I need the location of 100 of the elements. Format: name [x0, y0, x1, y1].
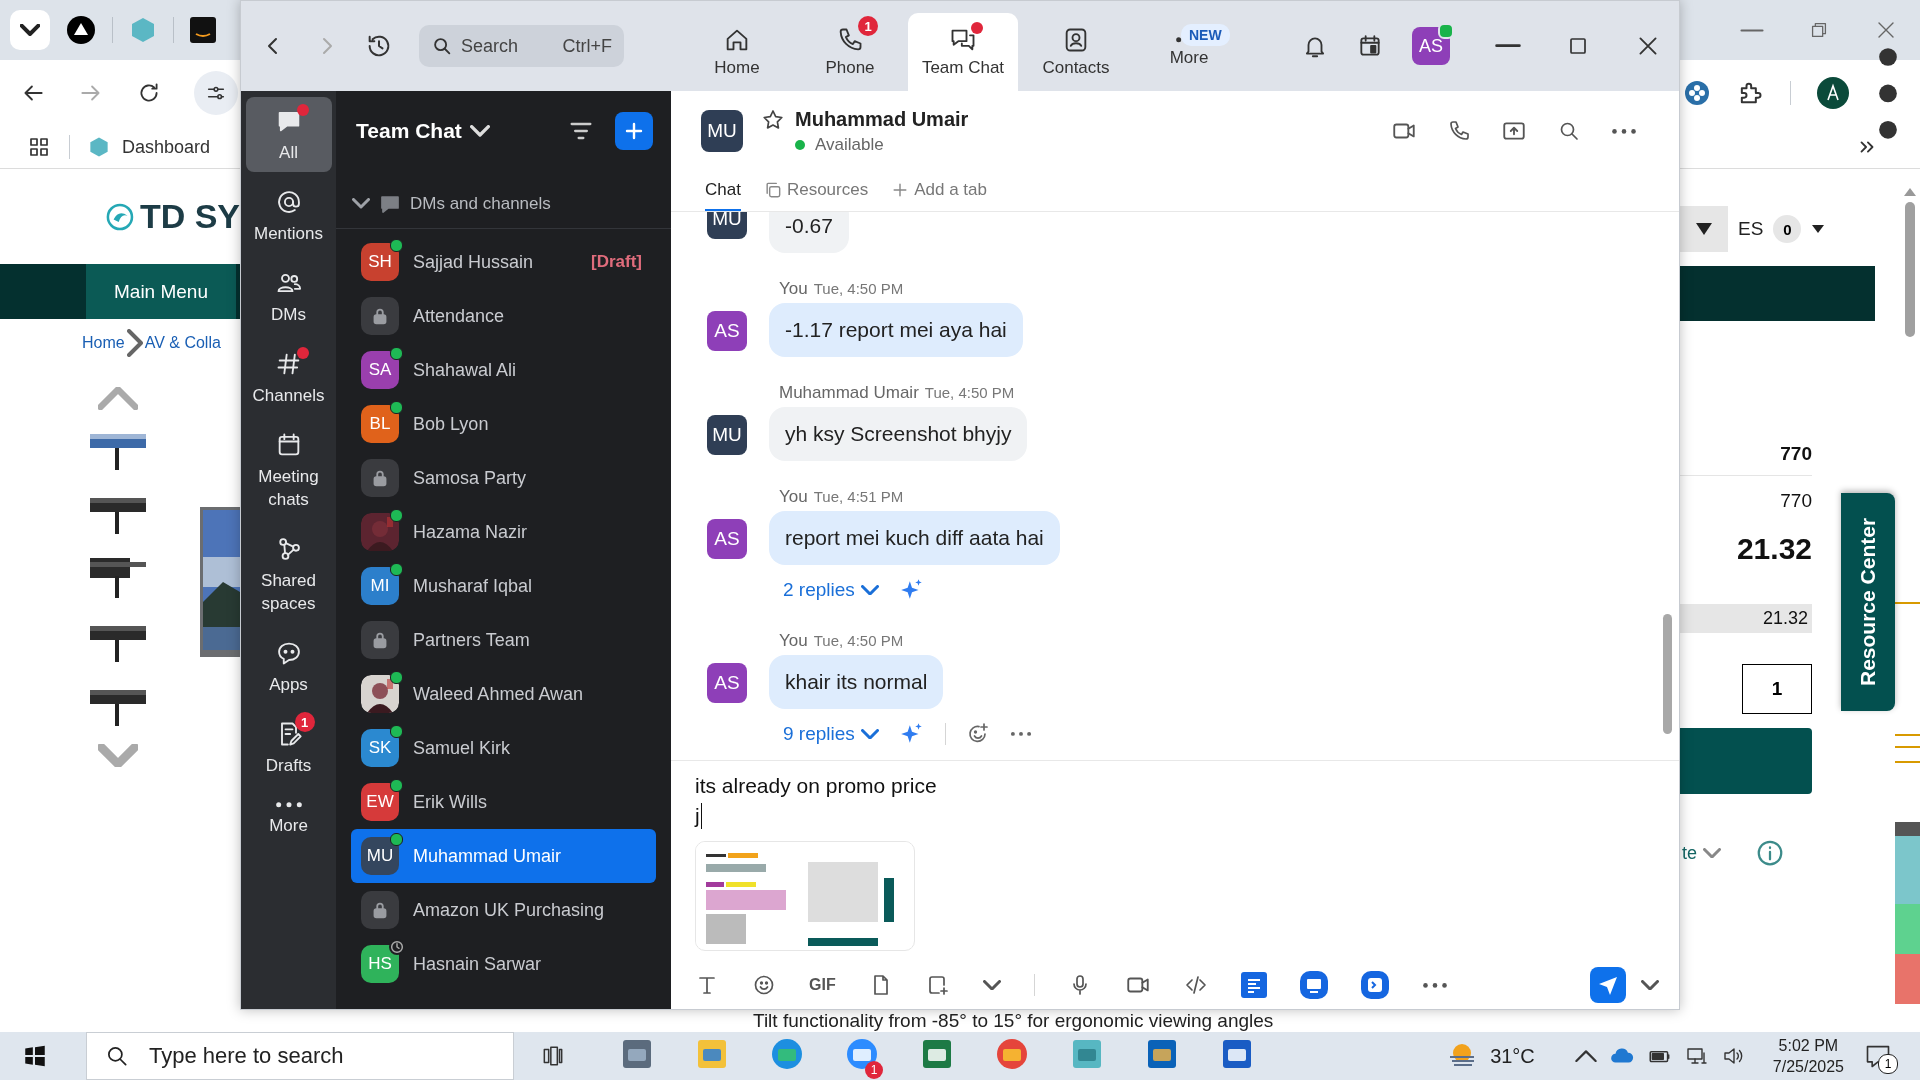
- conversation-item[interactable]: Partners Team: [351, 613, 656, 667]
- nav-tab[interactable]: Contacts: [1021, 13, 1131, 91]
- avatar: EW: [361, 783, 399, 821]
- main-menu-button[interactable]: Main Menu: [86, 264, 236, 319]
- extension-icon[interactable]: [1684, 80, 1710, 106]
- replies-link[interactable]: 9 replies: [783, 723, 879, 745]
- sidebar-item[interactable]: Mentions: [245, 178, 332, 253]
- explorer-app-icon[interactable]: [695, 1037, 729, 1071]
- presence-status: Available: [815, 134, 884, 155]
- clock[interactable]: 5:02 PM 7/25/2025: [1772, 1035, 1844, 1077]
- sidebar-item[interactable]: 1 Drafts: [245, 710, 332, 785]
- calculator-app-icon[interactable]: [620, 1037, 654, 1071]
- tab-list-button[interactable]: [10, 10, 50, 50]
- edge-app-icon[interactable]: [770, 1037, 804, 1071]
- count-badge: 0: [1773, 215, 1802, 243]
- chat-tab[interactable]: Add a tab: [890, 171, 987, 211]
- prompt-app-icon[interactable]: [1360, 971, 1389, 999]
- minimize-icon[interactable]: [1495, 44, 1521, 48]
- gif-button[interactable]: GIF: [809, 976, 836, 994]
- more-icon[interactable]: [1009, 731, 1032, 737]
- caret-icon[interactable]: [1641, 979, 1659, 991]
- user-avatar[interactable]: AS: [1412, 27, 1450, 65]
- phone-icon[interactable]: [1447, 119, 1471, 143]
- side-tab[interactable]: Resource Center: [1841, 493, 1895, 711]
- message-bubble: report mei kuch diff aata hai: [769, 511, 1060, 565]
- scrollbar[interactable]: [1904, 188, 1916, 337]
- chat-tab[interactable]: Resources: [762, 171, 869, 211]
- section-header[interactable]: DMs and channels: [336, 179, 671, 229]
- message-time: Tue, 4:50 PM: [924, 384, 1015, 401]
- breadcrumb-link[interactable]: AV & Colla: [144, 334, 221, 352]
- star-icon[interactable]: [761, 108, 785, 132]
- scroll-up-icon[interactable]: [1904, 188, 1916, 196]
- triangle-down-icon[interactable]: [1811, 224, 1826, 234]
- smile-logo-icon[interactable]: [190, 17, 216, 43]
- sidebar-item[interactable]: All: [245, 97, 332, 172]
- contact-name: Muhammad Umair: [795, 107, 969, 131]
- conversation-item[interactable]: SA Shahawal Ali: [351, 343, 656, 397]
- bookmark-link[interactable]: Dashboard: [88, 136, 211, 158]
- sidebar-item[interactable]: Apps: [245, 629, 332, 704]
- conversation-item[interactable]: SH Sajjad Hussain [Draft]: [351, 235, 656, 289]
- send-button[interactable]: [1590, 967, 1626, 1003]
- conversation-item[interactable]: Hazama Nazir: [351, 505, 656, 559]
- conversation-item[interactable]: Amazon UK Purchasing: [351, 883, 656, 937]
- quantity-field[interactable]: 1: [1742, 664, 1812, 714]
- new-chat-button[interactable]: [615, 112, 653, 150]
- hexagon-app-icon[interactable]: [1070, 1037, 1104, 1071]
- more-icon[interactable]: [1421, 981, 1448, 989]
- whiteboard-app-icon[interactable]: [1299, 971, 1328, 999]
- nav-tab[interactable]: Team Chat: [908, 13, 1018, 91]
- windows-start-icon[interactable]: [22, 1043, 48, 1069]
- conversation-item[interactable]: MI Musharaf Iqbal: [351, 559, 656, 613]
- breadcrumb-link[interactable]: Home: [82, 334, 125, 352]
- scrollbar-thumb[interactable]: [1662, 614, 1672, 734]
- message-bubble: -1.17 report mei aya hai: [769, 303, 1023, 357]
- more-icon[interactable]: [1611, 127, 1637, 135]
- taskbar-search-field[interactable]: Type here to search: [86, 1032, 514, 1080]
- message-input[interactable]: its already on promo price j: [695, 771, 1659, 831]
- dropdown-toggle[interactable]: [1680, 206, 1728, 252]
- conversation-item[interactable]: Waleed Ahmed Awan: [351, 667, 656, 721]
- sidebar-item[interactable]: Meeting chats: [245, 421, 332, 519]
- nav-tab[interactable]: Home: [682, 13, 792, 91]
- dropdown-link[interactable]: te: [1682, 842, 1721, 864]
- apps-grid-icon[interactable]: [27, 135, 51, 159]
- conversation-item[interactable]: MU Muhammad Umair: [351, 829, 656, 883]
- chrome-app-icon[interactable]: [995, 1037, 1029, 1071]
- list-app-icon[interactable]: [1240, 972, 1267, 998]
- sidebar-item[interactable]: More: [245, 791, 332, 846]
- message-bubble: yh ksy Screenshot bhyjy: [769, 407, 1028, 461]
- code-icon[interactable]: [1183, 973, 1208, 997]
- new-tag: NEW: [1181, 24, 1230, 47]
- conversation-item[interactable]: EW Erik Wills: [351, 775, 656, 829]
- sidebar-item[interactable]: Shared spaces: [245, 525, 332, 623]
- minimize-icon[interactable]: [1740, 28, 1764, 32]
- word-app-icon[interactable]: [1220, 1037, 1254, 1071]
- chevron-up-icon[interactable]: [1574, 1049, 1597, 1063]
- profile-avatar-icon[interactable]: [1817, 77, 1849, 109]
- emoji-icon[interactable]: [752, 973, 776, 997]
- triangle-logo-icon[interactable]: [66, 15, 96, 45]
- conversation-item[interactable]: HS Hasnain Sarwar: [351, 937, 656, 991]
- sender-name: Muhammad Umair: [779, 383, 919, 403]
- list-title-dropdown[interactable]: Team Chat: [356, 119, 490, 143]
- calendar-icon[interactable]: [1357, 33, 1383, 59]
- caret-icon: [20, 24, 40, 36]
- nav-tab[interactable]: NEW More: [1134, 13, 1244, 91]
- sidebar-item[interactable]: DMs: [245, 259, 332, 334]
- conversation-item[interactable]: Attendance: [351, 289, 656, 343]
- outlook-app-icon[interactable]: [1145, 1037, 1179, 1071]
- conversation-item[interactable]: BL Bob Lyon: [351, 397, 656, 451]
- sidebar-item[interactable]: Channels: [245, 340, 332, 415]
- conversation-item[interactable]: Samosa Party: [351, 451, 656, 505]
- scrollbar-thumb[interactable]: [1905, 202, 1915, 337]
- message-time: Tue, 4:50 PM: [813, 632, 904, 649]
- conversation-item[interactable]: SK Samuel Kirk: [351, 721, 656, 775]
- message-bubble: khair its normal: [769, 655, 944, 709]
- excel-app-icon[interactable]: [920, 1037, 954, 1071]
- site-info-button[interactable]: [194, 71, 238, 115]
- replies-link[interactable]: 2 replies: [783, 579, 879, 601]
- info-icon[interactable]: [1755, 838, 1785, 868]
- caret-icon[interactable]: [982, 979, 1001, 991]
- nav-tab[interactable]: 1 Phone: [795, 13, 905, 91]
